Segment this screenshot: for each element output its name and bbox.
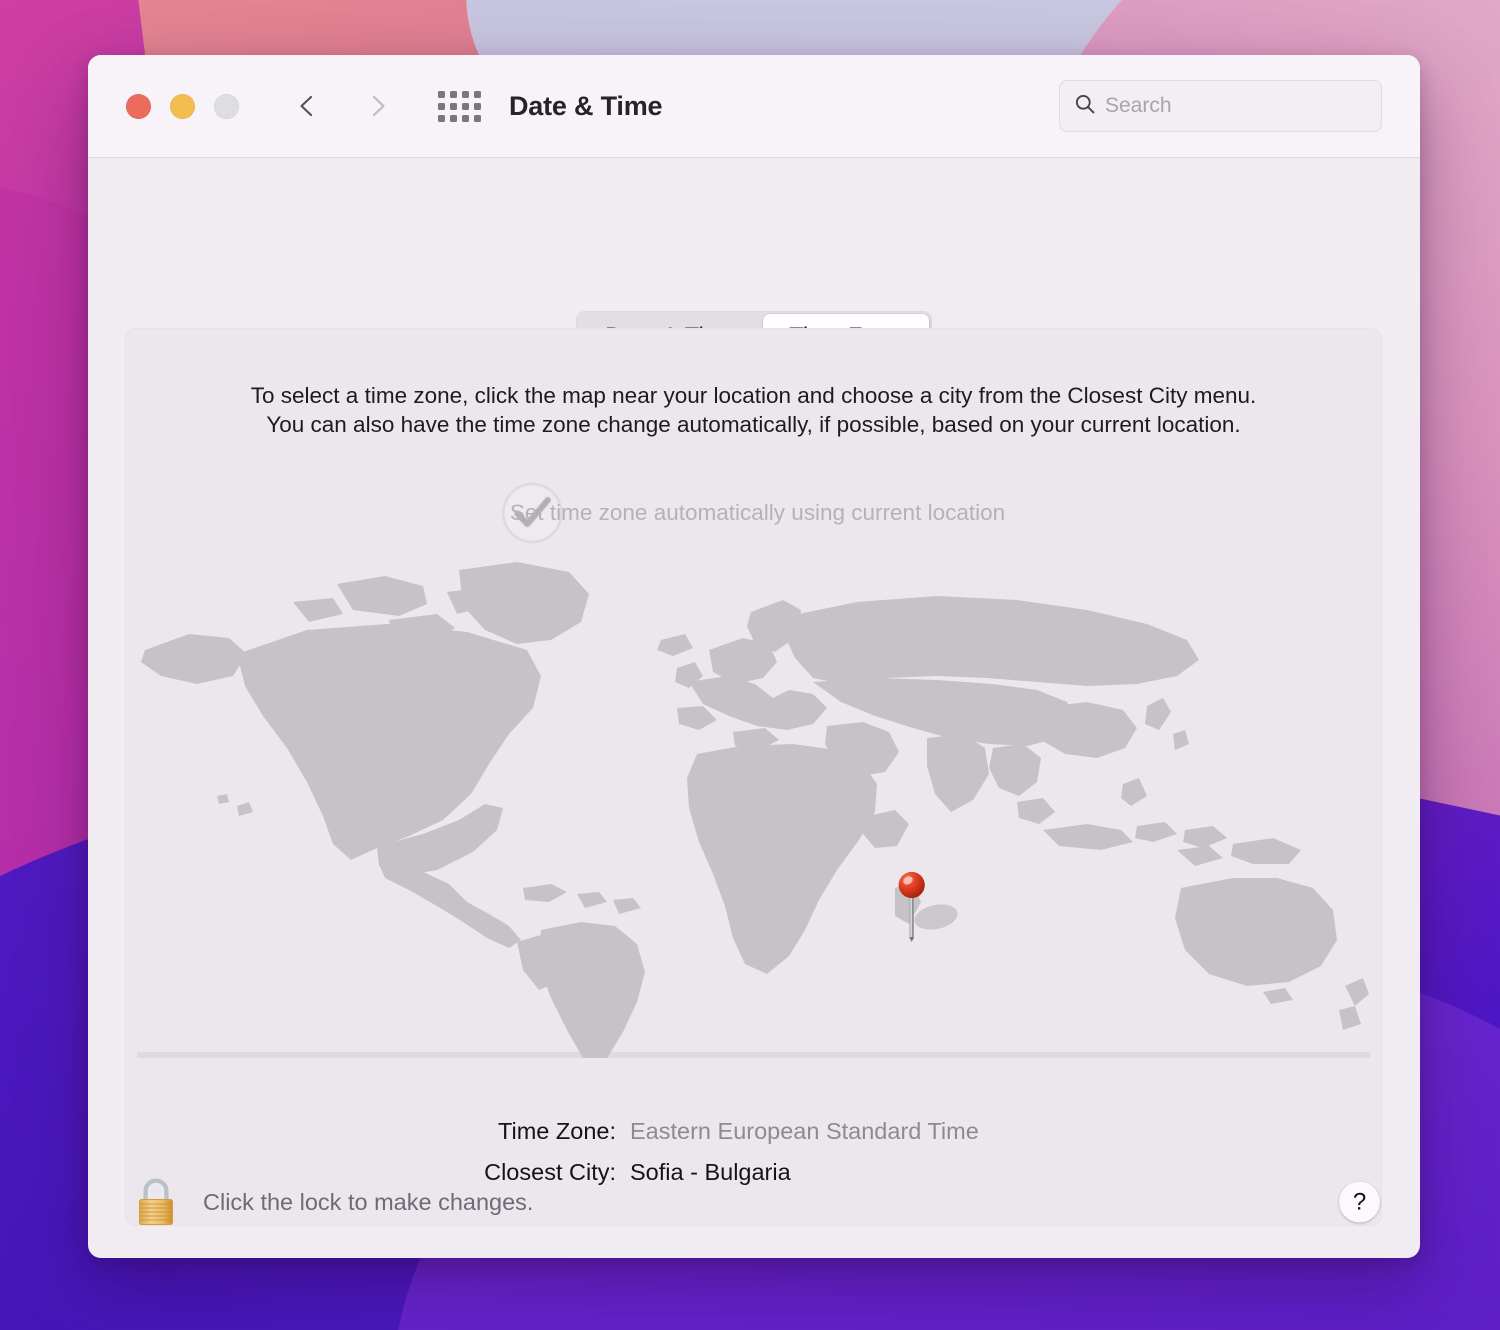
window-titlebar: Date & Time bbox=[88, 55, 1420, 158]
time-zone-panel: To select a time zone, click the map nea… bbox=[125, 328, 1382, 1226]
desktop-wallpaper: Date & Time Date & Time Time Zone bbox=[0, 0, 1500, 1330]
search-field[interactable] bbox=[1059, 80, 1382, 132]
navigation-buttons bbox=[295, 94, 390, 118]
window-content: Date & Time Time Zone To select a time z… bbox=[88, 158, 1420, 1258]
help-button[interactable]: ? bbox=[1339, 1181, 1380, 1223]
minimize-button[interactable] bbox=[170, 93, 195, 119]
auto-timezone-label: Set time zone automatically using curren… bbox=[509, 500, 1006, 525]
time-zone-row: Time Zone: Eastern European Standard Tim… bbox=[125, 1118, 1382, 1145]
page-title: Date & Time bbox=[509, 90, 663, 121]
show-all-grid-icon[interactable] bbox=[438, 90, 481, 122]
time-zone-value: Eastern European Standard Time bbox=[630, 1118, 979, 1144]
lock-hint-text: Click the lock to make changes. bbox=[203, 1188, 534, 1215]
search-input[interactable] bbox=[1105, 94, 1367, 118]
world-map[interactable] bbox=[137, 558, 1370, 1058]
system-preferences-window: Date & Time Date & Time Time Zone bbox=[88, 55, 1420, 1258]
chevron-right-icon[interactable] bbox=[366, 94, 390, 118]
close-button[interactable] bbox=[126, 93, 151, 119]
instruction-line-1: To select a time zone, click the map nea… bbox=[250, 383, 1257, 408]
window-bottom-bar: Click the lock to make changes. ? bbox=[88, 1146, 1420, 1258]
world-map-svg bbox=[137, 562, 1370, 1058]
auto-timezone-row[interactable]: Set time zone automatically using curren… bbox=[501, 483, 1006, 543]
chevron-left-icon[interactable] bbox=[295, 94, 319, 118]
lock-closed-icon[interactable] bbox=[132, 1176, 180, 1228]
instruction-text: To select a time zone, click the map nea… bbox=[125, 381, 1382, 439]
search-icon bbox=[1074, 93, 1096, 120]
instruction-line-2: You can also have the time zone change a… bbox=[266, 412, 1241, 438]
zoom-button[interactable] bbox=[214, 93, 239, 119]
map-pin-icon bbox=[898, 871, 958, 942]
time-zone-label: Time Zone: bbox=[498, 1118, 616, 1144]
traffic-light-buttons bbox=[126, 93, 239, 119]
